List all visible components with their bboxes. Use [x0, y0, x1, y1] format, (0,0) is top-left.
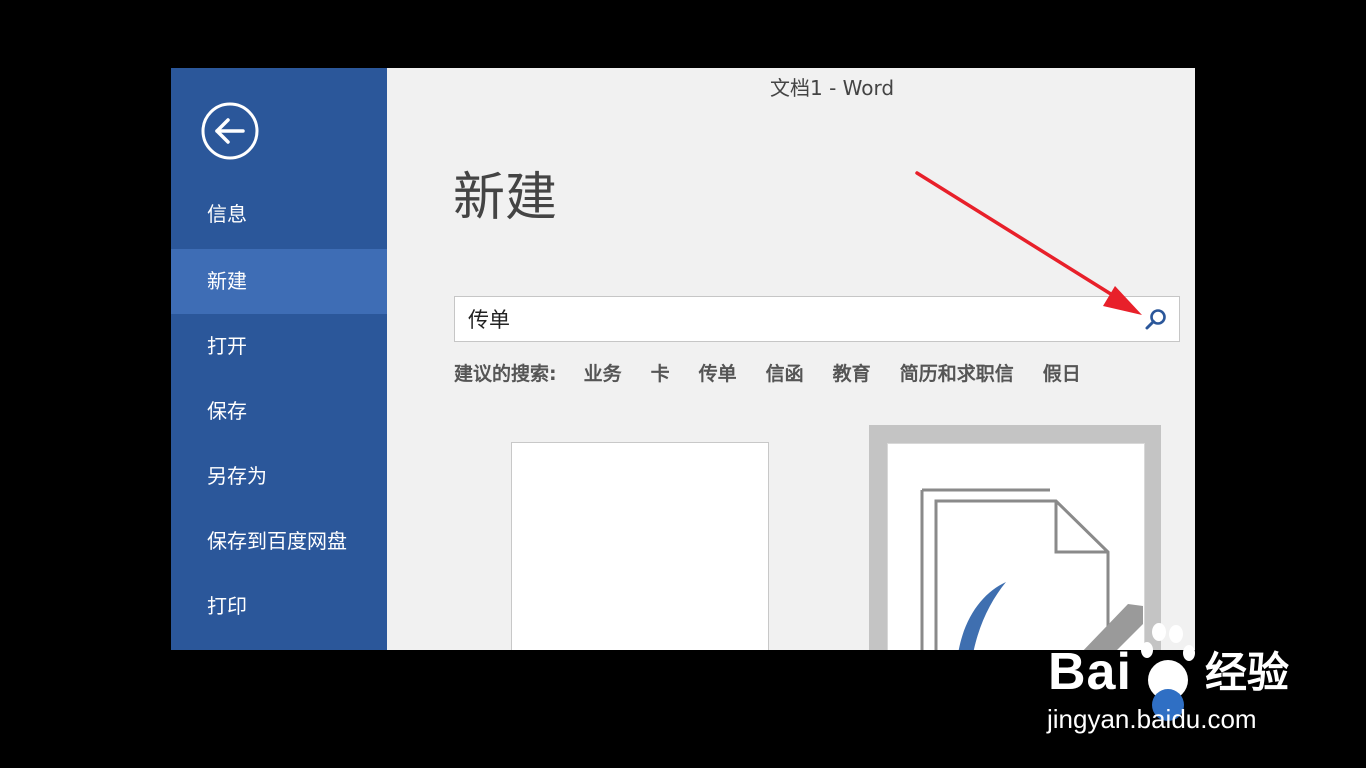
sidebar-item-label: 另存为	[207, 464, 267, 488]
suggested-search-link[interactable]: 简历和求职信	[900, 359, 1014, 386]
sidebar-item-save[interactable]: 保存	[171, 379, 387, 444]
watermark-brand: Bai	[1048, 643, 1132, 701]
welcome-tour-template[interactable]	[887, 443, 1145, 650]
sidebar-item-label: 保存	[207, 399, 247, 423]
sidebar-item-open[interactable]: 打开	[171, 314, 387, 379]
sidebar-item-info[interactable]: 信息	[171, 182, 387, 247]
sidebar-item-save-to-baidu[interactable]: 保存到百度网盘	[171, 509, 387, 574]
sidebar-item-label: 新建	[207, 269, 247, 293]
suggested-search-link[interactable]: 信函	[766, 359, 804, 386]
sidebar-item-label: 打开	[207, 334, 247, 358]
sidebar-item-label: 打印	[207, 594, 247, 618]
back-arrow-icon	[201, 102, 259, 160]
word-backstage-window: 信息 新建 打开 保存 另存为 保存到百度网盘 打印 文档1 - Word 新建…	[171, 68, 1195, 650]
suggested-search-link[interactable]: 传单	[699, 359, 737, 386]
search-icon	[1145, 309, 1166, 330]
sidebar-item-new[interactable]: 新建	[171, 249, 387, 314]
blank-document-template[interactable]	[511, 442, 769, 650]
sidebar-item-label: 信息	[207, 202, 247, 226]
suggested-searches-label: 建议的搜索:	[454, 362, 557, 385]
backstage-sidebar: 信息 新建 打开 保存 另存为 保存到百度网盘 打印	[171, 68, 387, 650]
suggested-searches: 建议的搜索: 业务 卡 传单 信函 教育 简历和求职信 假日	[454, 358, 1110, 386]
suggested-search-link[interactable]: 业务	[584, 359, 622, 386]
template-search-input[interactable]	[455, 297, 1128, 341]
window-title: 文档1 - Word	[770, 76, 895, 100]
page-title: 新建	[453, 168, 558, 228]
watermark-brand-tail: 经验	[1205, 648, 1290, 697]
search-button[interactable]	[1143, 307, 1169, 333]
suggested-search-link[interactable]: 教育	[833, 359, 871, 386]
baidu-jingyan-watermark: Bai 经验 jingyan.baidu.com	[1045, 620, 1345, 750]
watermark-url: jingyan.baidu.com	[1047, 704, 1257, 734]
template-search-box	[454, 296, 1180, 342]
back-button[interactable]	[201, 102, 259, 160]
suggested-search-link[interactable]: 卡	[651, 359, 670, 386]
sidebar-item-save-as[interactable]: 另存为	[171, 444, 387, 509]
suggested-search-link[interactable]: 假日	[1043, 359, 1081, 386]
sidebar-item-label: 保存到百度网盘	[207, 529, 347, 553]
sidebar-item-print[interactable]: 打印	[171, 574, 387, 639]
